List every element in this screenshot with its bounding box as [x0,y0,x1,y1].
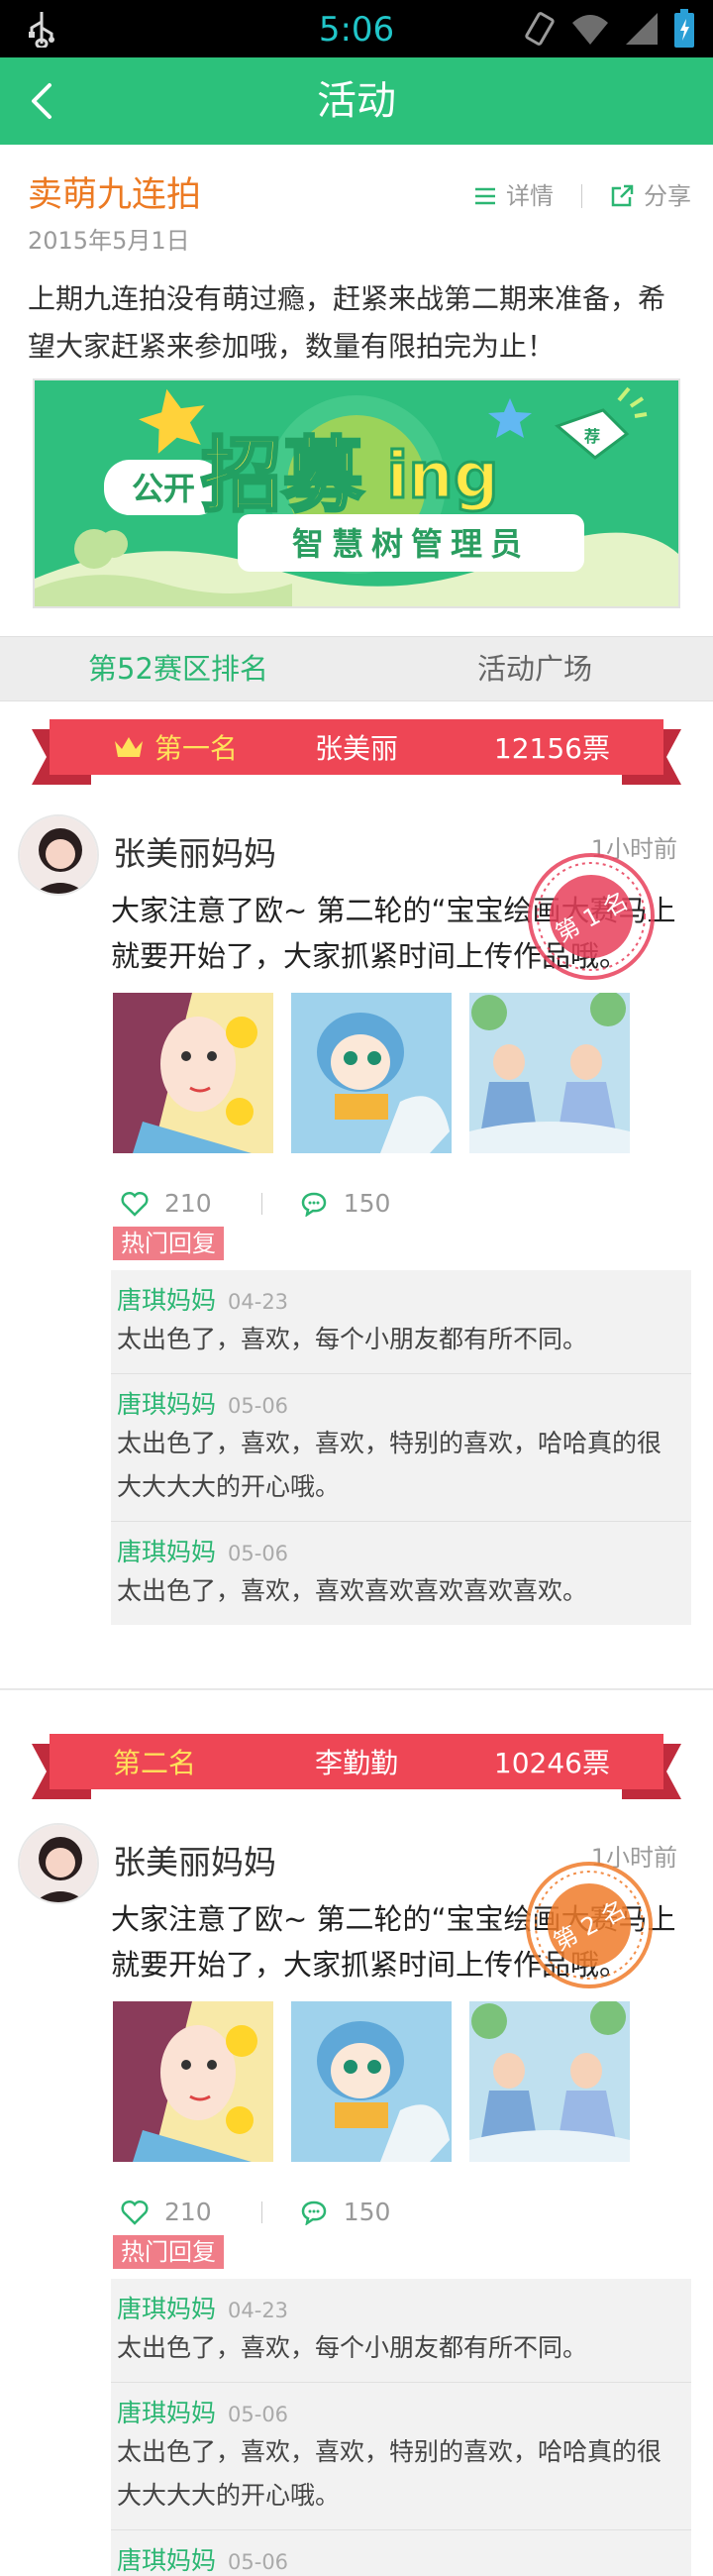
rank-votes: 10246票 [493,1747,610,1779]
reply-text: 太出色了，喜欢，喜欢喜欢喜欢喜欢喜欢。 [117,1576,588,1605]
reply-list: 唐琪妈妈 04-23 太出色了，喜欢，每个小朋友都有所不同。 唐琪妈妈 05-06 … [111,1270,691,1625]
reply-item[interactable]: 唐琪妈妈 05-06 太出色了，喜欢，喜欢喜欢喜欢喜欢喜欢。 [111,1522,691,1625]
rank-stamp: 第 1 名 [528,853,655,980]
reply-author: 唐琪妈妈 [117,2546,217,2575]
reply-date: 05-06 [228,2403,289,2426]
reply-date: 04-23 [228,2299,289,2322]
activity-description: 上期九连拍没有萌过瘾，赶紧来战第二期来准备，希望大家赶紧来参加哦，数量有限拍完为… [28,282,666,363]
banner-text-manager: 智慧树管理员 [292,525,530,563]
reply-author: 唐琪妈妈 [117,2399,217,2427]
photo[interactable] [113,2001,273,2162]
photo[interactable] [469,993,630,1153]
reply-author: 唐琪妈妈 [117,1390,217,1419]
hot-replies-label: 热门回复 [113,2235,224,2269]
vibrate-icon [525,12,555,46]
reply-text: 太出色了，喜欢，每个小朋友都有所不同。 [117,2333,588,2362]
rank-ribbon-1: 第一名 张美丽 12156票 [32,719,681,785]
avatar[interactable] [18,1823,99,1904]
comment-icon [301,1192,326,1217]
reply-item[interactable]: 唐琪妈妈 04-23 太出色了，喜欢，每个小朋友都有所不同。 [111,2279,691,2383]
rank-votes: 12156票 [493,732,610,765]
photo[interactable] [469,2001,630,2162]
signal-icon [626,13,658,45]
rank-stamp: 第 2 名 [526,1862,653,1988]
post-author[interactable]: 张美丽妈妈 [113,834,276,874]
reply-item[interactable]: 唐琪妈妈 04-23 太出色了，喜欢，每个小朋友都有所不同。 [111,1270,691,1374]
post-author[interactable]: 张美丽妈妈 [113,1843,276,1882]
list-icon [475,187,495,205]
banner-text-recruit: 招募 [201,429,364,523]
svg-text:荐: 荐 [583,427,600,446]
tab-bar: 第52赛区排名 活动广场 [0,636,713,701]
battery-icon [674,9,694,48]
wifi-icon [572,15,608,45]
reply-item[interactable]: 唐琪妈妈 05-06 太出色了，喜欢，喜欢，特别的喜欢，哈哈真的很大大大大的开心哦… [111,1374,691,1522]
section-divider [0,1688,713,1712]
post-stats: 210 150 [121,1189,390,1218]
like-count: 210 [164,1189,212,1218]
share-button[interactable]: 分享 [610,180,691,212]
post-stats: 210 150 [121,2198,390,2226]
reply-date: 05-06 [228,2550,289,2574]
comment-count: 150 [343,1189,391,1218]
post-photos [113,993,630,1153]
activity-actions: 详情 分享 [474,180,691,212]
reply-list: 唐琪妈妈 04-23 太出色了，喜欢，每个小朋友都有所不同。 唐琪妈妈 05-06 … [111,2279,691,2576]
like-button[interactable]: 210 [121,1189,212,1218]
reply-date: 05-06 [228,1394,289,1418]
status-bar: 5:06 [0,0,713,57]
reply-date: 05-06 [228,1542,289,1565]
avatar[interactable] [18,814,99,896]
hot-replies-label: 热门回复 [113,1227,224,1260]
heart-icon [121,2200,149,2225]
heart-icon [121,1191,149,1217]
comment-button[interactable]: 150 [300,1189,391,1218]
reply-author: 唐琪妈妈 [117,1538,217,1566]
comment-icon [301,2200,326,2225]
reply-text: 太出色了，喜欢，喜欢，特别的喜欢，哈哈真的很大大大大的开心哦。 [117,1429,662,1501]
photo[interactable] [113,993,273,1153]
reply-author: 唐琪妈妈 [117,1286,217,1315]
app-header: 活动 [0,57,713,145]
like-button[interactable]: 210 [121,2198,212,2226]
photo[interactable] [291,993,452,1153]
details-label: 详情 [506,182,554,210]
rank-ribbon-2: 第二名 李勤勤 10246票 [32,1734,681,1799]
comment-count: 150 [343,2198,391,2226]
page-title: 活动 [317,78,396,124]
like-count: 210 [164,2198,212,2226]
actions-divider [581,184,582,208]
reply-author: 唐琪妈妈 [117,2295,217,2323]
reply-item[interactable]: 唐琪妈妈 05-06 [111,2530,691,2576]
reply-date: 04-23 [228,1290,289,1314]
activity-title: 卖萌九连拍 [28,175,202,215]
comment-button[interactable]: 150 [300,2198,391,2226]
system-icons [523,8,695,50]
tab-activity-square[interactable]: 活动广场 [356,637,713,700]
banner-graphic: 公开 招募 ing 智慧树管理员 荐 [35,380,678,606]
share-icon [611,184,634,207]
tab-ranking[interactable]: 第52赛区排名 [0,637,356,700]
banner-text-ing: ing [386,440,498,513]
banner-text-open: 公开 [132,470,195,507]
activity-date: 2015年5月1日 [28,227,190,255]
share-label: 分享 [644,182,691,210]
reply-text: 太出色了，喜欢，每个小朋友都有所不同。 [117,1325,588,1353]
photo[interactable] [291,2001,452,2162]
recruit-banner[interactable]: 公开 招募 ing 智慧树管理员 荐 [33,378,680,608]
post-photos [113,2001,630,2162]
details-button[interactable]: 详情 [474,180,554,212]
reply-item[interactable]: 唐琪妈妈 05-06 太出色了，喜欢，喜欢，特别的喜欢，哈哈真的很大大大大的开心哦… [111,2383,691,2530]
reply-text: 太出色了，喜欢，喜欢，特别的喜欢，哈哈真的很大大大大的开心哦。 [117,2437,662,2510]
